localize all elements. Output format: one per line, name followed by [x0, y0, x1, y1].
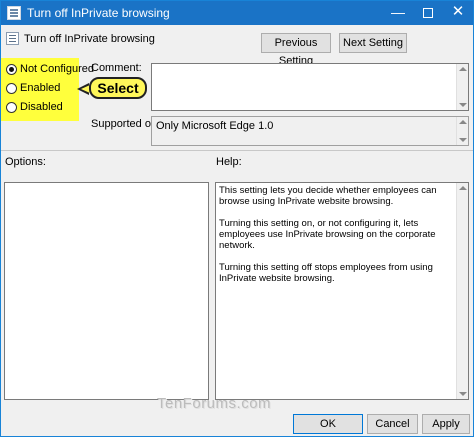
help-label: Help:	[216, 156, 242, 168]
setting-doc-icon	[6, 32, 19, 45]
comment-label: Comment:	[91, 62, 142, 74]
scroll-up-icon[interactable]	[459, 120, 467, 124]
title-bar[interactable]: Turn off InPrivate browsing — ✕	[1, 1, 473, 25]
comment-scrollbar[interactable]	[456, 64, 468, 110]
watermark: TenForums.com	[157, 395, 272, 412]
radio-dot	[6, 64, 17, 75]
radio-label: Enabled	[20, 82, 61, 94]
options-label: Options:	[5, 156, 46, 168]
supported-on-field: Only Microsoft Edge 1.0	[151, 116, 469, 146]
maximize-button[interactable]	[413, 1, 443, 25]
close-button[interactable]: ✕	[443, 1, 473, 25]
supported-scrollbar[interactable]	[456, 117, 468, 145]
supported-on-value: Only Microsoft Edge 1.0	[156, 120, 274, 132]
apply-button[interactable]: Apply	[422, 414, 470, 434]
help-paragraph: This setting lets you decide whether emp…	[219, 185, 437, 207]
cancel-button[interactable]: Cancel	[367, 414, 418, 434]
help-scrollbar[interactable]	[456, 183, 468, 399]
scroll-down-icon[interactable]	[459, 392, 467, 396]
select-callout: Select	[89, 77, 147, 99]
policy-setting-dialog: Turn off InPrivate browsing — ✕ Turn off…	[0, 0, 474, 437]
options-panel	[4, 182, 209, 400]
scroll-down-icon[interactable]	[459, 138, 467, 142]
comment-textarea[interactable]	[151, 63, 469, 111]
previous-setting-button[interactable]: Previous Setting	[261, 33, 331, 67]
radio-dot	[6, 102, 17, 113]
next-setting-button[interactable]: Next Setting	[339, 33, 407, 53]
section-divider	[1, 150, 473, 151]
radio-label: Disabled	[20, 101, 63, 113]
radio-dot	[6, 83, 17, 94]
radio-label: Not Configured	[20, 63, 94, 75]
help-paragraph: Turning this setting off stops employees…	[219, 262, 433, 284]
maximize-icon	[423, 8, 433, 18]
scroll-up-icon[interactable]	[459, 186, 467, 190]
minimize-button[interactable]: —	[383, 1, 413, 25]
policy-app-icon	[7, 6, 21, 20]
window-title: Turn off InPrivate browsing	[27, 6, 170, 20]
supported-on-label: Supported on:	[91, 118, 161, 130]
scroll-down-icon[interactable]	[459, 103, 467, 107]
help-paragraph: Turning this setting on, or not configur…	[219, 218, 436, 251]
setting-title: Turn off InPrivate browsing	[24, 33, 155, 45]
ok-button[interactable]: OK	[293, 414, 363, 434]
help-panel[interactable]: This setting lets you decide whether emp…	[215, 182, 469, 400]
scroll-up-icon[interactable]	[459, 67, 467, 71]
